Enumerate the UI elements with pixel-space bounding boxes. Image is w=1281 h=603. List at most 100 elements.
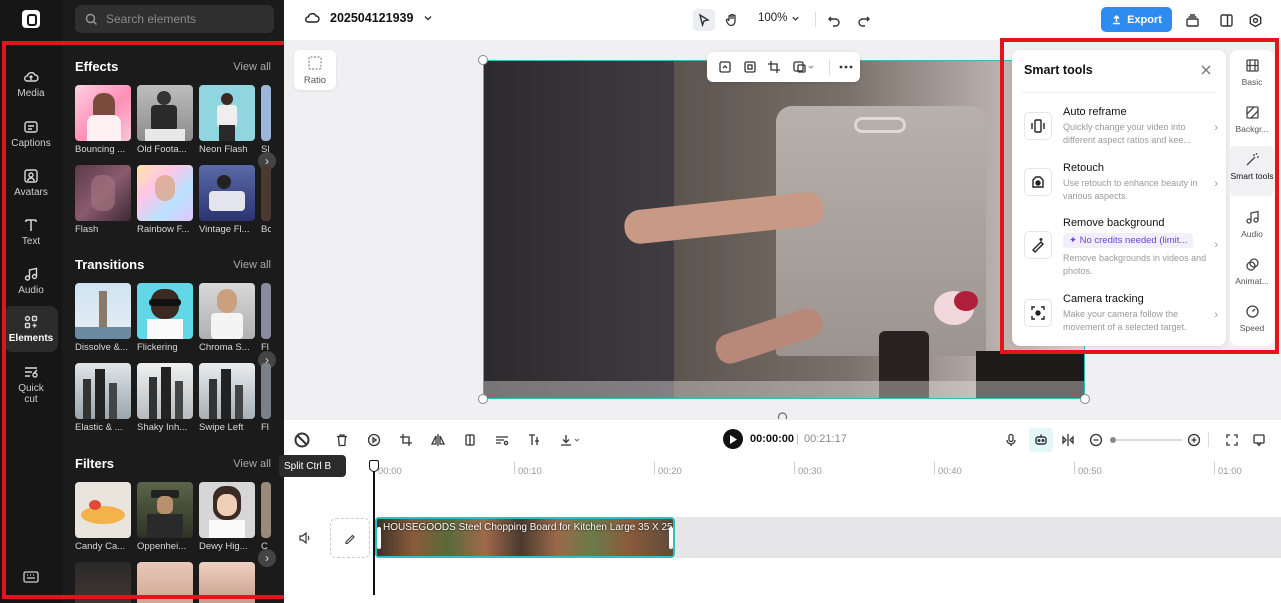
mirror-button[interactable] <box>460 430 480 450</box>
side-tab-speed[interactable]: Speed <box>1230 304 1274 333</box>
crop-icon <box>768 61 781 73</box>
replace-button[interactable] <box>715 56 736 78</box>
fit-frame-icon <box>744 61 756 73</box>
rail-item-avatars[interactable]: Avatars <box>4 161 58 205</box>
effect-tile[interactable]: Rainbow F... <box>137 165 193 235</box>
clip-trim-handle-right[interactable] <box>669 527 673 549</box>
trim-button[interactable] <box>524 430 544 450</box>
more-options-button[interactable] <box>835 56 856 78</box>
disable-button[interactable] <box>292 430 312 450</box>
scroll-right-button[interactable]: › <box>258 549 276 567</box>
filter-tile[interactable] <box>75 562 131 603</box>
video-clip[interactable]: HOUSEGOODS Steel Chopping Board for Kitc… <box>375 517 675 558</box>
crop-button[interactable] <box>764 56 785 78</box>
record-voice-button[interactable] <box>1001 430 1021 450</box>
effect-tile[interactable]: Vintage Fl... <box>199 165 255 235</box>
mask-dropdown[interactable] <box>789 56 819 78</box>
select-tool-button[interactable] <box>693 9 715 31</box>
rail-item-text[interactable]: Text <box>4 210 58 254</box>
filter-tile[interactable] <box>199 562 255 603</box>
speedometer-icon <box>1245 305 1259 318</box>
playhead-handle[interactable] <box>369 460 379 472</box>
zoom-out-button[interactable] <box>1086 430 1106 450</box>
view-all-transitions[interactable]: View all <box>233 259 271 271</box>
ai-assistant-button[interactable] <box>1029 428 1053 452</box>
search-input[interactable]: Search elements <box>75 5 274 33</box>
flip-button[interactable] <box>428 430 448 450</box>
resize-handle[interactable] <box>478 394 488 404</box>
keyboard-icon[interactable] <box>23 570 39 584</box>
transition-tile[interactable]: Elastic & ... <box>75 363 131 433</box>
side-tab-audio[interactable]: Audio <box>1230 210 1274 239</box>
smart-tool-auto-reframe[interactable]: Auto reframe Quickly change your video i… <box>1022 106 1218 150</box>
zoom-slider[interactable] <box>1110 437 1182 443</box>
ratio-button[interactable]: Ratio <box>294 50 336 90</box>
rail-item-media[interactable]: Media <box>4 62 58 106</box>
filter-tile[interactable]: Oppenhei... <box>137 482 193 552</box>
zoom-in-button[interactable] <box>1184 430 1204 450</box>
adjust-button[interactable] <box>492 430 512 450</box>
transition-tile[interactable]: Dissolve &... <box>75 283 131 353</box>
freeze-frame-button[interactable] <box>364 430 384 450</box>
tile-label: Flash <box>75 224 99 235</box>
comment-button[interactable] <box>1249 430 1269 450</box>
play-button[interactable] <box>723 429 743 449</box>
fit-button[interactable] <box>740 56 761 78</box>
crop-button[interactable] <box>396 430 416 450</box>
transition-tile[interactable]: Fl <box>261 363 271 433</box>
app-logo[interactable] <box>22 10 40 28</box>
video-preview[interactable] <box>483 60 1085 399</box>
smart-tool-remove-background[interactable]: Remove background ✦ No credits needed (l… <box>1022 217 1218 279</box>
effect-tile[interactable]: Bo <box>261 165 271 235</box>
cover-edit-button[interactable] <box>330 518 370 558</box>
redo-button[interactable] <box>853 9 875 31</box>
effect-tile[interactable]: Sl <box>261 85 271 155</box>
filter-tile[interactable]: Candy Ca... <box>75 482 131 552</box>
delete-button[interactable] <box>332 430 352 450</box>
tile-label: Flickering <box>137 342 178 353</box>
track-empty-area[interactable] <box>675 517 1281 558</box>
resize-handle[interactable] <box>478 55 488 65</box>
filter-tile[interactable] <box>137 562 193 603</box>
transition-tile[interactable]: Chroma S... <box>199 283 255 353</box>
project-selector[interactable]: 202504121939 <box>304 11 433 25</box>
track-audio-toggle[interactable] <box>298 531 312 545</box>
export-button[interactable]: Export <box>1101 7 1172 32</box>
hand-tool-button[interactable] <box>721 9 743 31</box>
zoom-selector[interactable]: 100% <box>758 12 800 24</box>
smart-tool-camera-tracking[interactable]: Camera tracking Make your camera follow … <box>1022 293 1218 337</box>
side-tab-basic[interactable]: Basic <box>1230 58 1274 87</box>
effect-tile[interactable]: Old Foota... <box>137 85 193 155</box>
effect-tile[interactable]: Flash <box>75 165 131 235</box>
split-clip-button[interactable] <box>1058 430 1078 450</box>
side-tab-smart-tools[interactable]: Smart tools <box>1230 146 1274 196</box>
transition-tile[interactable]: Shaky Inh... <box>137 363 193 433</box>
playhead[interactable] <box>369 460 379 595</box>
split-view-button[interactable] <box>1215 9 1237 31</box>
undo-button[interactable] <box>823 9 845 31</box>
clip-trim-handle-left[interactable] <box>377 527 381 549</box>
smart-tool-retouch[interactable]: Retouch Use retouch to enhance beauty in… <box>1022 162 1218 206</box>
side-tab-background[interactable]: Backgr... <box>1230 105 1274 134</box>
rail-item-elements[interactable]: Elements <box>4 306 58 352</box>
filter-tile[interactable]: Dewy Hig... <box>199 482 255 552</box>
settings-button[interactable] <box>1244 9 1266 31</box>
layers-button[interactable] <box>1181 9 1203 31</box>
resize-handle[interactable] <box>1080 394 1090 404</box>
transition-tile[interactable]: Swipe Left <box>199 363 255 433</box>
view-all-effects[interactable]: View all <box>233 61 271 73</box>
view-all-filters[interactable]: View all <box>233 458 271 470</box>
fullscreen-button[interactable] <box>1222 430 1242 450</box>
rail-item-captions[interactable]: Captions <box>4 112 58 156</box>
side-tab-animation[interactable]: Animat... <box>1230 257 1274 286</box>
slider-thumb[interactable] <box>1110 437 1116 443</box>
effect-tile[interactable]: Neon Flash <box>199 85 255 155</box>
effect-tile[interactable]: Bouncing ... <box>75 85 131 155</box>
transition-tile[interactable]: Flickering <box>137 283 193 353</box>
rail-item-audio[interactable]: Audio <box>4 259 58 303</box>
filter-tile[interactable]: C <box>261 482 271 552</box>
download-dropdown[interactable] <box>558 430 586 450</box>
close-icon[interactable] <box>1198 62 1214 78</box>
rail-item-quick-cut[interactable]: Quick cut <box>4 358 58 410</box>
transition-tile[interactable]: Fl <box>261 283 271 353</box>
